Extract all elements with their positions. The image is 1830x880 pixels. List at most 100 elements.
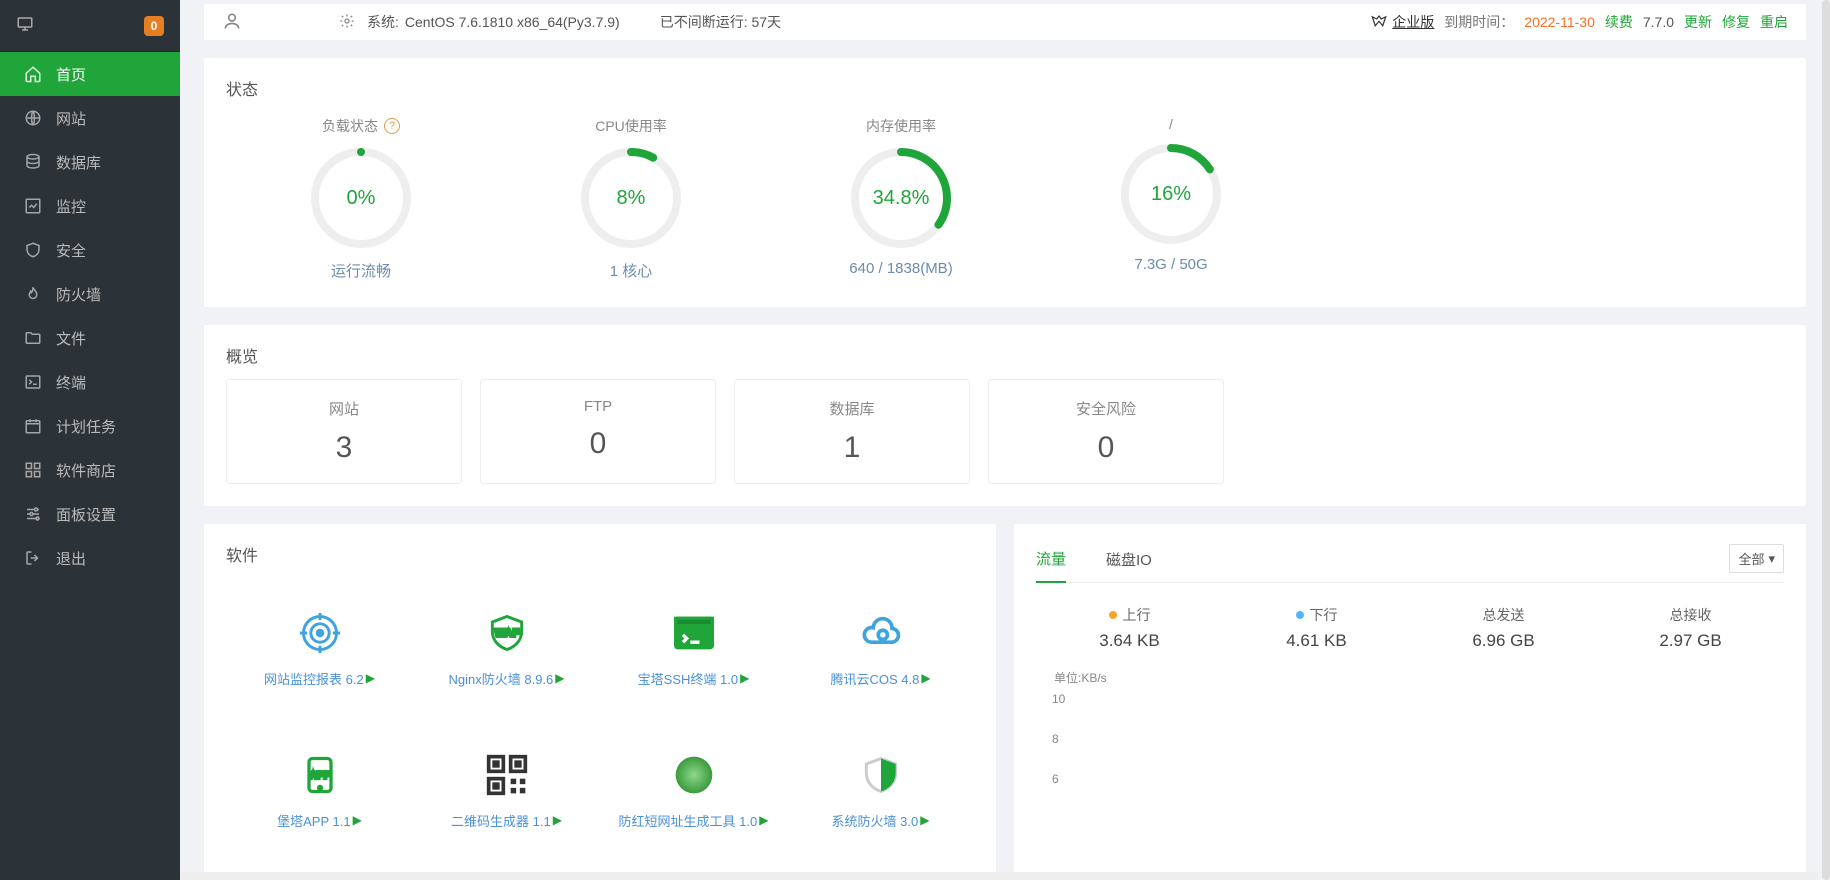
software-item[interactable]: 防红短网址生成工具 1.0▶ [600, 720, 787, 862]
software-item[interactable]: 腾讯云COS 4.8▶ [787, 578, 974, 720]
nav-store[interactable]: 软件商店 [0, 448, 180, 492]
gauge[interactable]: / 16% 7.3G / 50G [1036, 116, 1306, 281]
overview-label: 网站 [329, 398, 359, 419]
alert-badge[interactable]: 0 [144, 16, 164, 36]
status-title: 状态 [226, 76, 1784, 100]
nav-terminal[interactable]: 终端 [0, 360, 180, 404]
nav-label: 面板设置 [56, 504, 116, 525]
select-all[interactable]: 全部▾ [1729, 544, 1784, 573]
monitor-icon [16, 15, 34, 36]
logout-icon [24, 549, 42, 567]
enterprise-label: 企业版 [1392, 12, 1434, 32]
gauge-sub: 7.3G / 50G [1134, 256, 1207, 273]
nav-settings[interactable]: 面板设置 [0, 492, 180, 536]
software-item[interactable]: 二维码生成器 1.1▶ [413, 720, 600, 862]
overview-card[interactable]: 数据库 1 [734, 379, 970, 484]
qr-icon [485, 753, 529, 797]
overview-card[interactable]: 网站 3 [226, 379, 462, 484]
nav-label: 安全 [56, 240, 86, 261]
nav-logout[interactable]: 退出 [0, 536, 180, 580]
nav-firewall[interactable]: 防火墙 [0, 272, 180, 316]
help-icon[interactable]: ? [384, 118, 400, 134]
software-item[interactable]: 系统防火墙 3.0▶ [787, 720, 974, 862]
nav-label: 防火墙 [56, 284, 101, 305]
software-item[interactable]: 网站监控报表 6.2▶ [226, 578, 413, 720]
svg-text:WAF: WAF [494, 627, 519, 639]
nav-label: 终端 [56, 372, 86, 393]
gauge-title: CPU使用率 [595, 116, 667, 136]
gauge-value: 34.8% [849, 146, 953, 250]
gauge-donut: 16% [1119, 142, 1223, 246]
chevron-down-icon: ▾ [1768, 551, 1775, 567]
nav-site[interactable]: 网站 [0, 96, 180, 140]
gauge[interactable]: 负载状态? 0% 运行流畅 [226, 116, 496, 281]
horizontal-scrollbar[interactable] [180, 872, 1818, 880]
dot-icon [1109, 611, 1117, 619]
chart-unit: 单位:KB/s [1054, 669, 1776, 686]
home-icon [24, 65, 42, 83]
gauge[interactable]: CPU使用率 8% 1 核心 [496, 116, 766, 281]
gauge-title: 内存使用率 [866, 116, 936, 136]
tab-diskio[interactable]: 磁盘IO [1106, 539, 1152, 582]
nav: 首页 网站 数据库 监控 安全 防火墙 文件 终端 计划任务 软件商店 面板设置… [0, 52, 180, 580]
app-icon: APP [298, 753, 342, 797]
traffic-stat: 总接收 2.97 GB [1597, 605, 1784, 651]
update-link[interactable]: 更新 [1684, 12, 1712, 32]
calendar-icon [24, 417, 42, 435]
target-icon [298, 611, 342, 655]
gauge[interactable]: 内存使用率 34.8% 640 / 1838(MB) [766, 116, 1036, 281]
nav-security[interactable]: 安全 [0, 228, 180, 272]
gauge-donut: 34.8% [849, 146, 953, 250]
renew-link[interactable]: 续费 [1605, 12, 1633, 32]
stat-value: 2.97 GB [1659, 631, 1721, 651]
sliders-icon [24, 505, 42, 523]
folder-icon [24, 329, 42, 347]
nav-files[interactable]: 文件 [0, 316, 180, 360]
software-item[interactable]: WAFNginx防火墙 8.9.6▶ [413, 578, 600, 720]
gauge-value: 16% [1119, 142, 1223, 246]
tab-traffic[interactable]: 流量 [1036, 538, 1066, 583]
system-value: CentOS 7.6.1810 x86_64(Py3.7.9) [405, 14, 620, 30]
user-icon[interactable] [222, 11, 242, 34]
software-item[interactable]: APP堡塔APP 1.1▶ [226, 720, 413, 862]
play-icon: ▶ [759, 813, 768, 827]
y-tick: 10 [1052, 692, 1065, 706]
gauge-sub: 运行流畅 [331, 260, 391, 281]
database-icon [24, 153, 42, 171]
play-icon: ▶ [920, 813, 929, 827]
nav-label: 首页 [56, 64, 86, 85]
gauge-value: 0% [309, 146, 413, 250]
nav-db[interactable]: 数据库 [0, 140, 180, 184]
nav-monitor[interactable]: 监控 [0, 184, 180, 228]
traffic-chart: 单位:KB/s 10 8 6 [1036, 659, 1784, 812]
shield-icon [859, 753, 903, 797]
software-name: 系统防火墙 3.0▶ [832, 811, 930, 830]
repair-link[interactable]: 修复 [1722, 12, 1750, 32]
overview-value: 0 [590, 427, 607, 461]
traffic-stat: 上行3.64 KB [1036, 605, 1223, 651]
nav-home[interactable]: 首页 [0, 52, 180, 96]
traffic-stat: 下行4.61 KB [1223, 605, 1410, 651]
version: 7.7.0 [1643, 14, 1674, 30]
overview-value: 3 [336, 431, 353, 465]
software-name: 二维码生成器 1.1▶ [451, 811, 562, 830]
gauge-sub: 640 / 1838(MB) [849, 260, 952, 277]
overview-label: 数据库 [829, 398, 874, 419]
nav-cron[interactable]: 计划任务 [0, 404, 180, 448]
nav-label: 计划任务 [56, 416, 116, 437]
stat-label: 上行 [1123, 605, 1151, 625]
software-item[interactable]: 宝塔SSH终端 1.0▶ [600, 578, 787, 720]
traffic-panel: 流量 磁盘IO 全部▾ 上行3.64 KB下行4.61 KB总发送6.96 GB… [1014, 524, 1806, 880]
topbar: 系统: CentOS 7.6.1810 x86_64(Py3.7.9) 已不间断… [204, 4, 1806, 40]
overview-panel: 概览 网站3FTP0数据库1安全风险0 [204, 325, 1806, 506]
main: 系统: CentOS 7.6.1810 x86_64(Py3.7.9) 已不间断… [180, 0, 1830, 880]
overview-card[interactable]: FTP0 [480, 379, 716, 484]
overview-value: 1 [844, 431, 861, 465]
overview-card[interactable]: 安全风险0 [988, 379, 1224, 484]
play-icon: ▶ [740, 671, 749, 685]
overview-label: 安全风险 [1076, 398, 1136, 419]
enterprise-badge[interactable]: 企业版 [1370, 12, 1434, 32]
nav-label: 退出 [56, 548, 86, 569]
stat-label: 总接收 [1670, 605, 1712, 625]
restart-link[interactable]: 重启 [1760, 12, 1788, 32]
